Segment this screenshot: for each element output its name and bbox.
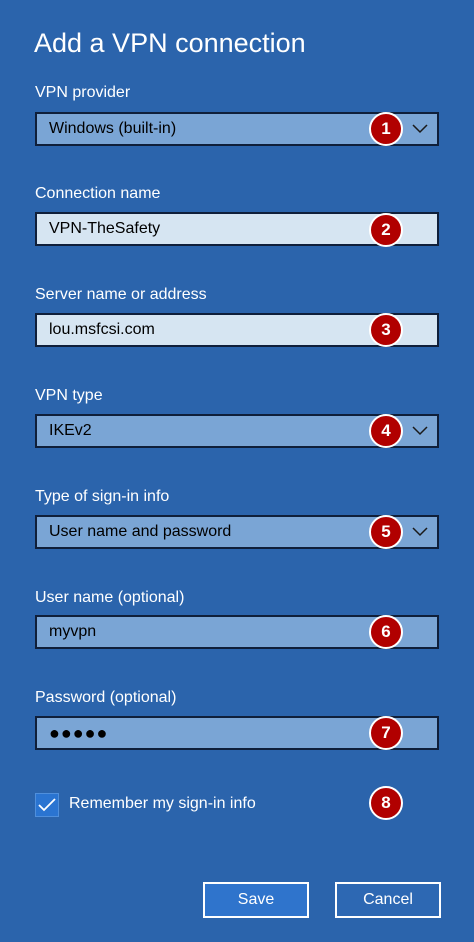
- connection-name-value: VPN-TheSafety: [49, 220, 161, 237]
- callout-badge-6: 6: [369, 615, 403, 649]
- callout-badge-8: 8: [369, 786, 403, 820]
- callout-badge-2: 2: [369, 213, 403, 247]
- callout-badge-7: 7: [369, 716, 403, 750]
- username-label: User name (optional): [35, 589, 185, 606]
- checkmark-icon: [38, 798, 56, 812]
- password-label: Password (optional): [35, 689, 177, 706]
- save-button[interactable]: Save: [203, 882, 309, 918]
- callout-badge-3: 3: [369, 313, 403, 347]
- remember-checkbox[interactable]: [35, 793, 59, 817]
- password-value: ●●●●●: [49, 722, 109, 743]
- vpn-provider-value: Windows (built-in): [49, 120, 177, 137]
- chevron-down-icon: [412, 527, 428, 537]
- signin-type-label: Type of sign-in info: [35, 488, 170, 505]
- vpn-type-label: VPN type: [35, 387, 103, 404]
- username-value: myvpn: [49, 623, 97, 640]
- callout-badge-1: 1: [369, 112, 403, 146]
- chevron-down-icon: [412, 124, 428, 134]
- server-label: Server name or address: [35, 286, 207, 303]
- vpn-provider-label: VPN provider: [35, 84, 131, 101]
- cancel-button[interactable]: Cancel: [335, 882, 441, 918]
- connection-name-label: Connection name: [35, 185, 161, 202]
- chevron-down-icon: [412, 426, 428, 436]
- signin-type-value: User name and password: [49, 523, 232, 540]
- callout-badge-4: 4: [369, 414, 403, 448]
- page-title: Add a VPN connection: [34, 28, 306, 58]
- remember-label[interactable]: Remember my sign-in info: [69, 795, 256, 813]
- server-value: lou.msfcsi.com: [49, 321, 155, 338]
- vpn-type-value: IKEv2: [49, 422, 92, 439]
- callout-badge-5: 5: [369, 515, 403, 549]
